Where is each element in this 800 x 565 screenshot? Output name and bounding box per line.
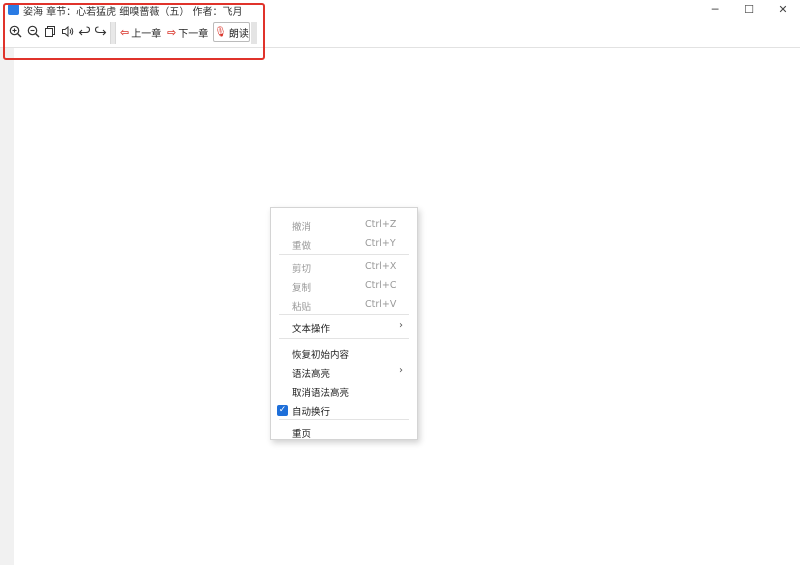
- undo-icon[interactable]: [76, 23, 92, 39]
- window-title: 姿海 章节：心若猛虎 细嗅蔷薇（五） 作者：飞月: [23, 7, 243, 18]
- toolbar: ⇦ 上一章 ⇨ 下一章 🎙 朗读: [0, 19, 800, 47]
- prev-chapter-label: 上一章: [131, 28, 162, 40]
- arrow-left-icon: ⇦: [120, 25, 130, 39]
- menu-separator: [279, 254, 409, 255]
- chevron-right-icon: ›: [399, 365, 403, 376]
- menu-item-label: 取消语法高亮: [292, 388, 350, 399]
- menu-item-shortcut: Ctrl+V: [365, 299, 397, 310]
- menu-item-label: 重做: [292, 241, 312, 252]
- menu-item[interactable]: 文本操作 ›: [271, 318, 417, 337]
- app-icon: [8, 4, 19, 15]
- menu-item-label: 恢复初始内容: [292, 350, 350, 361]
- zoom-in-icon[interactable]: [7, 23, 23, 39]
- menu-item-shortcut: Ctrl+C: [365, 280, 397, 291]
- next-chapter-label: 下一章: [178, 28, 209, 40]
- toolbar-grip: [110, 22, 116, 44]
- redo-icon[interactable]: [92, 23, 108, 39]
- menu-item-label: 文本操作: [292, 324, 331, 335]
- menu-item-shortcut: Ctrl+Y: [365, 238, 396, 249]
- next-chapter-button[interactable]: ⇨ 下一章: [167, 22, 208, 42]
- menu-item[interactable]: 剪切 Ctrl+X: [271, 258, 417, 277]
- menu-item-label: 剪切: [292, 264, 312, 275]
- menu-item[interactable]: 撤消 Ctrl+Z: [271, 216, 417, 235]
- microphone-icon: 🎙: [214, 26, 227, 38]
- minimize-button[interactable]: ─: [698, 0, 732, 19]
- read-aloud-label: 朗读: [228, 28, 249, 40]
- menu-item[interactable]: 重页: [271, 423, 417, 442]
- toolbar-end-grip: [251, 22, 257, 44]
- prev-chapter-button[interactable]: ⇦ 上一章: [120, 22, 161, 42]
- line-number-gutter: [0, 48, 14, 565]
- menu-item[interactable]: ✓ 自动换行: [271, 401, 417, 420]
- menu-item[interactable]: 复制 Ctrl+C: [271, 277, 417, 296]
- maximize-button[interactable]: ☐: [732, 0, 766, 19]
- menu-separator: [279, 338, 409, 339]
- menu-item[interactable]: 粘贴 Ctrl+V: [271, 296, 417, 315]
- menu-item-shortcut: Ctrl+Z: [365, 219, 397, 230]
- close-button[interactable]: ✕: [766, 0, 800, 19]
- checkbox-checked-icon: ✓: [277, 405, 288, 416]
- zoom-out-icon[interactable]: [25, 23, 41, 39]
- menu-item-label: 粘贴: [292, 302, 312, 313]
- context-menu: 撤消 Ctrl+Z 重做 Ctrl+Y 剪切 Ctrl+X 复制 Ctrl+C 粘贴 Ctrl+V…: [270, 207, 418, 440]
- menu-item-label: 复制: [292, 283, 312, 294]
- window-controls: ─ ☐ ✕: [698, 0, 800, 19]
- menu-item-label: 语法高亮: [292, 369, 331, 380]
- copy-icon[interactable]: [42, 23, 58, 39]
- menu-item[interactable]: 语法高亮 ›: [271, 363, 417, 382]
- arrow-right-icon: ⇨: [167, 25, 177, 39]
- menu-item-shortcut: Ctrl+X: [365, 261, 397, 272]
- menu-item-label: 撤消: [292, 222, 312, 233]
- menu-item[interactable]: 取消语法高亮: [271, 382, 417, 401]
- menu-item[interactable]: 恢复初始内容: [271, 344, 417, 363]
- menu-item-label: 自动换行: [292, 407, 331, 418]
- title-bar: 姿海 章节：心若猛虎 细嗅蔷薇（五） 作者：飞月 ─ ☐ ✕: [0, 0, 800, 19]
- chevron-right-icon: ›: [399, 320, 403, 331]
- speaker-icon[interactable]: [59, 23, 75, 39]
- menu-item[interactable]: 重做 Ctrl+Y: [271, 235, 417, 254]
- menu-item-label: 重页: [292, 429, 312, 440]
- read-aloud-button[interactable]: 🎙 朗读: [213, 22, 250, 42]
